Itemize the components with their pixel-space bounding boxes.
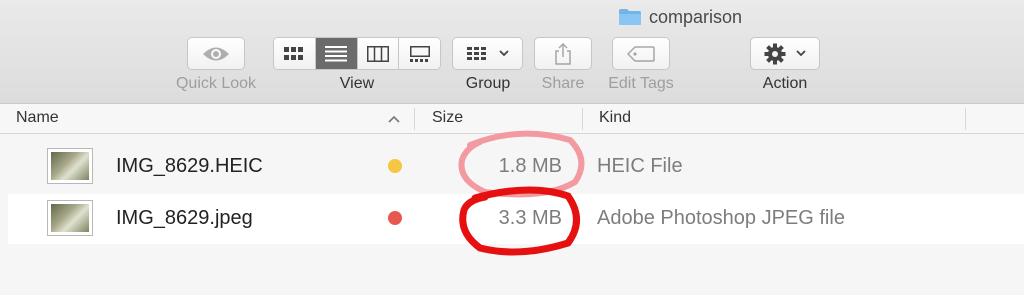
column-view-button[interactable] [357, 38, 400, 69]
file-name: IMG_8629.jpeg [116, 207, 253, 229]
gallery-view-button[interactable] [399, 38, 440, 69]
folder-icon [619, 9, 641, 25]
tag-dot [388, 211, 402, 225]
group-button[interactable] [452, 37, 523, 70]
edit-tags-label: Edit Tags [608, 75, 674, 92]
list-view-button[interactable] [315, 38, 358, 69]
tag-dot [388, 159, 402, 173]
action-label: Action [762, 75, 808, 92]
column-divider[interactable] [582, 108, 583, 130]
grid-icon [284, 46, 304, 60]
share-icon [555, 42, 571, 65]
gear-icon [764, 43, 786, 64]
action-button[interactable] [750, 37, 820, 70]
group-grid-icon [467, 46, 486, 60]
window-title: comparison [618, 6, 742, 28]
file-kind: Adobe Photoshop JPEG file [597, 207, 845, 229]
group-label: Group [465, 75, 511, 92]
file-row[interactable]: IMG_8629.jpeg 3.3 MB Adobe Photoshop JPE… [8, 194, 1024, 244]
share-button[interactable] [534, 37, 592, 70]
gallery-icon [409, 45, 430, 62]
icon-view-button[interactable] [274, 38, 316, 69]
list-header: Name Size Kind [0, 104, 1024, 134]
tag-icon [627, 45, 655, 62]
image-thumbnail-icon [48, 201, 92, 235]
chevron-down-icon [796, 50, 806, 57]
quick-look-button[interactable] [187, 37, 245, 70]
view-segmented-control[interactable] [273, 37, 441, 70]
file-row[interactable]: IMG_8629.HEIC 1.8 MB HEIC File [8, 142, 1024, 192]
chevron-down-icon [499, 50, 509, 57]
file-name: IMG_8629.HEIC [116, 155, 263, 177]
file-size: 1.8 MB [498, 155, 562, 177]
quick-look-label: Quick Look [175, 75, 257, 92]
columns-icon [366, 45, 389, 62]
column-header-kind[interactable]: Kind [599, 109, 631, 127]
column-header-size[interactable]: Size [432, 109, 463, 127]
file-size: 3.3 MB [498, 207, 562, 229]
column-divider[interactable] [414, 108, 415, 130]
window-title-text: comparison [649, 6, 743, 27]
file-kind: HEIC File [597, 155, 683, 177]
column-divider[interactable] [965, 108, 966, 130]
edit-tags-button[interactable] [612, 37, 670, 70]
toolbar: comparison Quick Look View Group Share E… [0, 0, 1024, 104]
image-thumbnail-icon [48, 149, 92, 183]
eye-icon [203, 47, 229, 60]
column-header-name[interactable]: Name [16, 109, 59, 127]
view-label: View [339, 75, 375, 92]
sort-ascending-icon[interactable] [388, 115, 400, 123]
list-icon [325, 45, 348, 61]
